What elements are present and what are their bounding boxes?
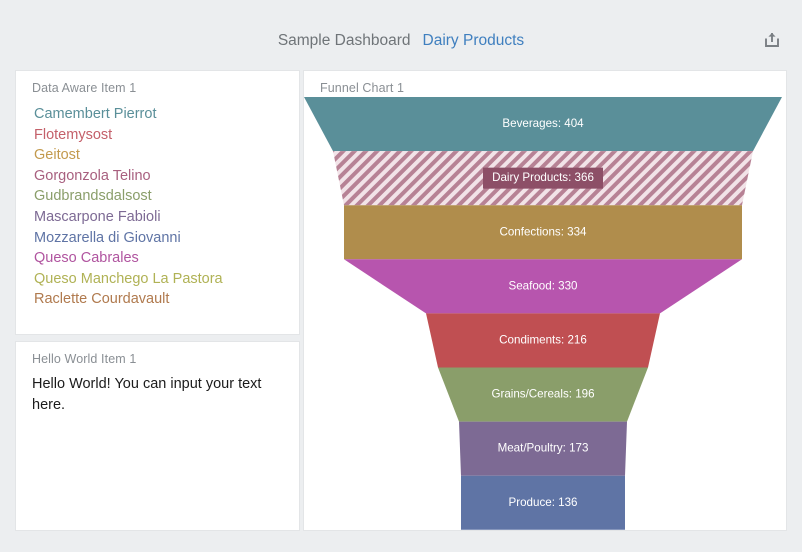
data-aware-list: Camembert Pierrot Flotemysost Geitost Gorgo… [34,104,291,310]
share-export-button[interactable] [758,26,786,54]
panel-data-aware: Data Aware Item 1 Camembert Pierrot Flote… [15,70,300,335]
page-title: Sample Dashboard [277,32,411,49]
funnel-segment-label-chip [483,167,603,189]
share-export-icon [765,33,779,47]
page-subtitle[interactable]: Dairy Products [423,32,525,49]
data-aware-list-item[interactable]: Flotemysost [34,125,291,146]
data-aware-list-item[interactable]: Queso Manchego La Pastora [34,269,291,290]
dashboard-root: Sample Dashboard Dairy Products Data Awar… [0,0,802,552]
panel-funnel-chart: Funnel Chart 1 Beverages: 404 Dairy Produ… [303,70,787,531]
funnel-segment[interactable] [459,421,627,476]
data-aware-list-item[interactable]: Mozzarella di Giovanni [34,228,291,249]
funnel-segment[interactable] [461,475,625,530]
funnel-segment[interactable] [304,97,782,152]
data-aware-list-item[interactable]: Camembert Pierrot [34,104,291,125]
data-aware-list-item[interactable]: Mascarpone Fabioli [34,207,291,228]
data-aware-list-item[interactable]: Queso Cabrales [34,248,291,269]
panel-funnel-chart-title: Funnel Chart 1 [320,81,405,95]
funnel-segment[interactable] [438,367,648,422]
app-header: Sample Dashboard Dairy Products [0,0,802,62]
panel-hello-world-title: Hello World Item 1 [32,352,137,366]
hello-world-text[interactable]: Hello World! You can input your text her… [32,374,287,416]
header-title-group: Sample Dashboard Dairy Products [0,30,802,52]
panel-data-aware-title: Data Aware Item 1 [32,81,137,95]
panel-hello-world: Hello World Item 1 Hello World! You can … [15,341,300,531]
funnel-chart[interactable]: Beverages: 404Dairy Products: 366Confect… [304,97,786,530]
data-aware-list-item[interactable]: Gudbrandsdalsost [34,186,291,207]
data-aware-list-item[interactable]: Geitost [34,145,291,166]
data-aware-list-item[interactable]: Gorgonzola Telino [34,166,291,187]
data-aware-list-item[interactable]: Raclette Courdavault [34,289,291,310]
funnel-segment[interactable] [426,313,660,368]
funnel-segment[interactable] [344,259,742,314]
funnel-segment[interactable] [344,205,742,260]
